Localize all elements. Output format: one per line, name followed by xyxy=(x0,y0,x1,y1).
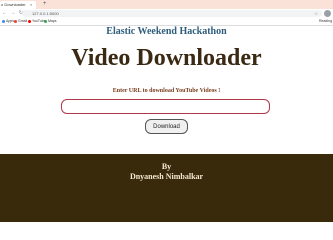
hackathon-title: Elastic Weekend Hackathon xyxy=(106,26,227,37)
browser-toolbar: ← → ↻ 127.0.0.1:5000 ☆ xyxy=(0,9,333,18)
bookmark-label: Gmail xyxy=(18,19,28,23)
profile-avatar[interactable] xyxy=(324,10,331,17)
bookmark-apps[interactable]: Apps xyxy=(2,18,14,25)
bookmark-label: Maps xyxy=(48,19,57,23)
url-input[interactable] xyxy=(61,99,270,114)
apps-icon xyxy=(2,19,5,23)
address-bar-url: 127.0.0.1:5000 xyxy=(32,11,59,16)
star-icon[interactable]: ☆ xyxy=(314,10,318,17)
new-tab-button[interactable]: + xyxy=(43,1,47,8)
footer: By Dnyanesh Nimbalkar xyxy=(0,154,333,222)
footer-by-label: By xyxy=(161,162,172,171)
page-title: Video Downloader xyxy=(71,45,262,71)
close-tab-icon[interactable]: × xyxy=(30,1,32,9)
footer-author: Dnyanesh Nimbalkar xyxy=(129,172,204,181)
browser-tab-strip: o Downloader × + xyxy=(0,0,333,9)
reading-list[interactable]: Reading xyxy=(319,18,332,25)
url-prompt: Enter URL to download YouTube Videos ! xyxy=(112,88,221,94)
bookmarks-bar: Apps Gmail YouTube Maps Reading xyxy=(0,18,333,26)
download-button[interactable]: Download xyxy=(145,119,188,134)
tab-title: o Downloader xyxy=(1,2,26,7)
youtube-icon xyxy=(28,19,31,23)
maps-icon xyxy=(44,19,47,23)
address-bar[interactable]: 127.0.0.1:5000 ☆ xyxy=(22,10,322,17)
browser-tab[interactable]: o Downloader × xyxy=(0,1,36,9)
gmail-icon xyxy=(14,19,17,23)
navigation-icons[interactable]: ← → ↻ xyxy=(2,9,24,18)
bookmark-label: Apps xyxy=(6,19,14,23)
bookmark-gmail[interactable]: Gmail xyxy=(14,18,27,25)
bookmark-maps[interactable]: Maps xyxy=(44,18,57,25)
